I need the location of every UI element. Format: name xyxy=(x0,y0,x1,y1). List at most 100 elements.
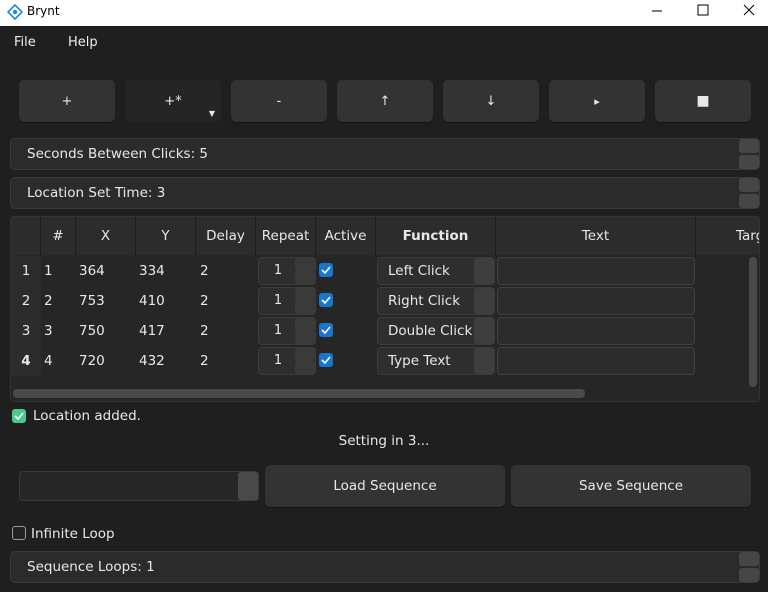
dropdown-arrow-icon: ▼ xyxy=(208,109,215,118)
spin-up-button[interactable] xyxy=(295,348,315,361)
cell-index[interactable]: 4 xyxy=(44,346,53,376)
header-index[interactable]: # xyxy=(41,217,76,255)
function-dropdown[interactable]: Right Click xyxy=(377,287,495,315)
cell-y[interactable]: 417 xyxy=(139,316,165,346)
arrow-up-icon: ↑ xyxy=(379,93,391,109)
function-dropdown[interactable]: Double Click xyxy=(377,317,495,345)
menu-help[interactable]: Help xyxy=(68,35,98,50)
vertical-scrollbar[interactable] xyxy=(749,257,757,387)
repeat-value: 1 xyxy=(273,353,283,368)
dropdown-button[interactable] xyxy=(474,288,494,314)
close-button[interactable] xyxy=(726,0,768,26)
spin-up-button[interactable] xyxy=(739,139,759,153)
header-target[interactable]: TargetI xyxy=(696,217,759,255)
header-active[interactable]: Active xyxy=(316,217,376,255)
save-sequence-button[interactable]: Save Sequence xyxy=(511,465,751,507)
spin-down-button[interactable] xyxy=(295,361,315,374)
spin-down-button[interactable] xyxy=(739,194,759,208)
sequence-selector[interactable] xyxy=(19,471,259,501)
spin-up-button[interactable] xyxy=(295,258,315,271)
seconds-between-clicks-label: Seconds Between Clicks: 5 xyxy=(27,146,208,162)
header-repeat[interactable]: Repeat xyxy=(256,217,316,255)
spin-up-button[interactable] xyxy=(295,318,315,331)
active-checkbox[interactable] xyxy=(319,353,333,367)
active-checkbox[interactable] xyxy=(319,323,333,337)
spin-down-button[interactable] xyxy=(295,331,315,344)
spin-up-button[interactable] xyxy=(739,552,759,566)
active-checkbox[interactable] xyxy=(319,293,333,307)
row-header[interactable]: 3 xyxy=(11,316,41,346)
row-header[interactable]: 1 xyxy=(11,256,41,286)
header-text[interactable]: Text xyxy=(496,217,696,255)
row-header[interactable]: 4 xyxy=(11,346,41,376)
row-header[interactable]: 2 xyxy=(11,286,41,316)
menu-file[interactable]: File xyxy=(14,35,36,50)
seconds-between-clicks-spinbox[interactable]: Seconds Between Clicks: 5 xyxy=(10,138,760,170)
checkmark-icon xyxy=(321,296,331,305)
cell-delay[interactable]: 2 xyxy=(200,346,209,376)
setting-countdown: Setting in 3... xyxy=(338,433,430,449)
repeat-spinbox[interactable]: 1 xyxy=(258,317,316,345)
infinite-loop-checkbox[interactable] xyxy=(12,526,26,540)
table-corner xyxy=(11,217,41,255)
cell-y[interactable]: 432 xyxy=(139,346,165,376)
maximize-icon xyxy=(697,4,709,16)
function-dropdown[interactable]: Type Text xyxy=(377,347,495,375)
function-dropdown[interactable]: Left Click xyxy=(377,257,495,285)
cell-x[interactable]: 720 xyxy=(79,346,105,376)
header-x[interactable]: X xyxy=(76,217,136,255)
header-function[interactable]: Function xyxy=(376,217,496,255)
dropdown-button[interactable] xyxy=(474,318,494,344)
cell-y[interactable]: 334 xyxy=(139,256,165,286)
repeat-spinbox[interactable]: 1 xyxy=(258,257,316,285)
horizontal-scrollbar[interactable] xyxy=(13,389,585,398)
play-button[interactable]: ▸ xyxy=(549,80,645,122)
function-value: Double Click xyxy=(388,323,473,339)
text-input[interactable] xyxy=(497,257,695,285)
repeat-spinbox[interactable]: 1 xyxy=(258,347,316,375)
move-up-button[interactable]: ↑ xyxy=(337,80,433,122)
move-down-button[interactable]: ↓ xyxy=(443,80,539,122)
spin-down-button[interactable] xyxy=(295,301,315,314)
function-value: Right Click xyxy=(388,293,461,309)
dropdown-button[interactable] xyxy=(474,348,494,374)
spin-down-button[interactable] xyxy=(739,568,759,582)
cell-index[interactable]: 2 xyxy=(44,286,53,316)
close-icon xyxy=(743,4,755,16)
cell-delay[interactable]: 2 xyxy=(200,286,209,316)
stop-button[interactable]: ■ xyxy=(655,80,751,122)
sequence-loops-spinbox[interactable]: Sequence Loops: 1 xyxy=(10,551,760,583)
header-delay[interactable]: Delay xyxy=(196,217,256,255)
spin-up-button[interactable] xyxy=(739,178,759,192)
active-checkbox[interactable] xyxy=(319,263,333,277)
checkmark-icon xyxy=(321,266,331,275)
cell-index[interactable]: 3 xyxy=(44,316,53,346)
header-y[interactable]: Y xyxy=(136,217,196,255)
text-input[interactable] xyxy=(497,347,695,375)
text-input[interactable] xyxy=(497,317,695,345)
add-multiple-button[interactable]: +* ▼ xyxy=(125,80,221,122)
minimize-button[interactable] xyxy=(634,0,680,26)
cell-x[interactable]: 753 xyxy=(79,286,105,316)
cell-y[interactable]: 410 xyxy=(139,286,165,316)
spin-down-button[interactable] xyxy=(295,271,315,284)
maximize-button[interactable] xyxy=(680,0,726,26)
location-set-time-spinbox[interactable]: Location Set Time: 3 xyxy=(10,177,760,209)
remove-button[interactable]: - xyxy=(231,80,327,122)
spin-up-button[interactable] xyxy=(295,288,315,301)
sequence-table: # X Y Delay Repeat Active Function Text … xyxy=(10,216,760,402)
spin-down-button[interactable] xyxy=(739,155,759,169)
repeat-spinbox[interactable]: 1 xyxy=(258,287,316,315)
dropdown-button[interactable] xyxy=(474,258,494,284)
add-button[interactable]: + xyxy=(19,80,115,122)
cell-x[interactable]: 364 xyxy=(79,256,105,286)
cell-delay[interactable]: 2 xyxy=(200,256,209,286)
selector-handle[interactable] xyxy=(238,472,258,500)
arrow-down-icon: ↓ xyxy=(485,93,497,109)
cell-delay[interactable]: 2 xyxy=(200,316,209,346)
text-input[interactable] xyxy=(497,287,695,315)
cell-x[interactable]: 750 xyxy=(79,316,105,346)
cell-index[interactable]: 1 xyxy=(44,256,53,286)
repeat-value: 1 xyxy=(273,263,283,278)
load-sequence-button[interactable]: Load Sequence xyxy=(265,465,505,507)
